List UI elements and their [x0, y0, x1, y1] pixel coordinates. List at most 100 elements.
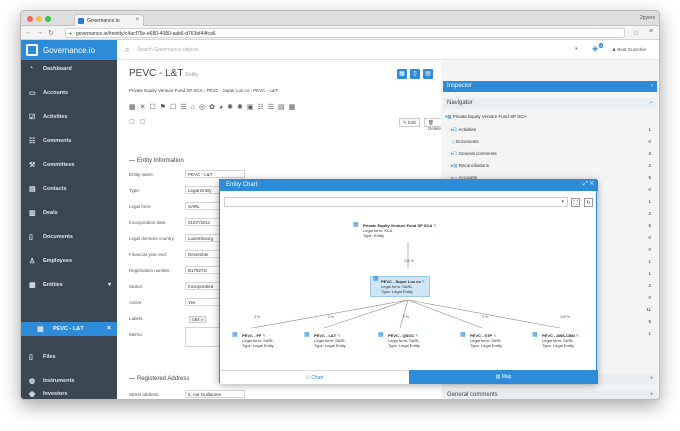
entity-icon: ▾▦: [445, 114, 452, 119]
navigator-header[interactable]: Navigator −: [443, 98, 657, 109]
node-type: Type: Legal Entity: [470, 343, 502, 348]
grid-icon[interactable]: ▦: [289, 104, 300, 111]
item-count: 0: [648, 139, 651, 144]
sidebar-item-dashboard[interactable]: ◔ Dashboard: [21, 62, 117, 76]
back-icon[interactable]: ←: [25, 29, 32, 36]
lock-icon[interactable]: ▣: [247, 104, 258, 111]
browser-menu-icon[interactable]: ≡: [649, 28, 653, 35]
node-type: Type: Legal Entity: [542, 343, 574, 348]
breadcrumb-item[interactable]: PEVC - L&T: [253, 88, 278, 93]
edit-icon[interactable]: ✎: [576, 333, 579, 338]
entity-chart-button[interactable]: ▦: [397, 69, 407, 79]
minimize-window-button[interactable]: [36, 16, 42, 22]
edit-button[interactable]: ✎ Edit: [399, 118, 420, 127]
export-button[interactable]: ▤: [423, 69, 433, 79]
navigator-item[interactable]: ▸☑ Activities 1: [451, 127, 651, 133]
item-count: 5: [648, 319, 651, 324]
maximize-window-button[interactable]: [45, 16, 51, 22]
chart-node-child[interactable]: ▦ PEVC - ABS-CBN✎ Legal form: SARL Type:…: [532, 332, 579, 348]
document-button[interactable]: ▯: [410, 69, 420, 79]
table-icon[interactable]: ☷: [257, 104, 267, 111]
breadcrumb-item[interactable]: Private Equity Venture Fund SP SCA: [129, 88, 202, 93]
sidebar-item-documents[interactable]: ▯ Documents: [21, 230, 117, 244]
chart-node-child[interactable]: ▦ PEVC - STP✎ Legal form: SARL Type: Leg…: [460, 332, 502, 348]
navigator-item[interactable]: ▸▤ Reconciliations 2: [451, 163, 651, 169]
chevron-down-icon[interactable]: ▾: [575, 46, 578, 52]
breadcrumb-item[interactable]: PEVC - Super Lux co: [206, 88, 249, 93]
sidebar-item-deals[interactable]: ▥ Deals: [21, 206, 117, 220]
edit-icon[interactable]: ✎: [433, 223, 436, 228]
stack-icon[interactable]: ▤: [278, 104, 289, 111]
field-label: Status:: [129, 284, 144, 289]
close-icon[interactable]: ×: [107, 325, 111, 332]
node-type: Type: Entity: [363, 233, 384, 238]
browser-profile[interactable]: 2pyers: [640, 15, 655, 21]
entity-name-field[interactable]: PEVC - L&T: [185, 170, 245, 178]
street-address-field[interactable]: 5, rue Guillaume: [185, 390, 245, 398]
copy-icon[interactable]: ▢: [140, 119, 151, 125]
ownership-percent: 0 %: [254, 315, 261, 319]
logo-text: Governance.io: [43, 46, 96, 55]
forward-icon[interactable]: →: [36, 29, 43, 36]
app-logo[interactable]: Governance.io: [21, 40, 117, 60]
structure-icon[interactable]: ▦: [129, 104, 140, 111]
chart-node-child[interactable]: ▦ PEVC - QSOC✎ Legal form: SARL Type: Le…: [378, 332, 420, 348]
tab-chart[interactable]: ⚇ Chart: [220, 370, 409, 384]
chart-node-child[interactable]: ▦ PEVC - FF✎ Legal form: SARL Type: Lega…: [232, 332, 274, 348]
settings-icon[interactable]: ✺: [227, 104, 237, 111]
search-icon: ⌕: [125, 45, 130, 54]
chevron-down-icon[interactable]: ▾: [108, 281, 111, 288]
gift-icon[interactable]: ✿: [209, 104, 219, 111]
sidebar-item-accounts[interactable]: ▭ Accounts: [21, 86, 117, 100]
chart-node-root[interactable]: ▦ Private Equity Venture Fund SP SCA✎ Le…: [353, 222, 437, 238]
browser-tab[interactable]: Governance.io ×: [74, 14, 144, 26]
navigator-item[interactable]: ▯ Documents 0: [451, 139, 651, 145]
notification-icon[interactable]: ◈: [592, 44, 598, 53]
edit-doc-icon[interactable]: ▢: [129, 119, 140, 125]
close-window-button[interactable]: [27, 16, 33, 22]
sidebar-item-files[interactable]: ▯ Files: [21, 350, 117, 364]
sidebar-item-committees[interactable]: ⚒ Committees: [21, 158, 117, 172]
search-input[interactable]: Search Governance objects: [137, 47, 199, 53]
sidebar-item-activities[interactable]: ☑ Activities: [21, 110, 117, 124]
flag-icon[interactable]: ⚑: [160, 104, 170, 111]
navigator-root[interactable]: ▾▦ Private Equity Venture Fund SP SCA: [445, 114, 645, 120]
inspector-header[interactable]: Inspector ›: [443, 81, 657, 92]
tab-title: Governance.io: [87, 18, 120, 24]
sidebar-item-contacts[interactable]: ▤ Contacts: [21, 182, 117, 196]
rows-icon[interactable]: ☰: [268, 104, 278, 111]
label-tag[interactable]: CBT ×: [189, 316, 207, 323]
sidebar-item-instruments[interactable]: ◍ Instruments: [21, 374, 117, 388]
close-tab-icon[interactable]: ×: [135, 17, 139, 23]
sidebar-item-employees[interactable]: ♙ Employees: [21, 254, 117, 268]
dashboard-icon: ◔: [29, 65, 34, 72]
globe-icon[interactable]: ◎: [199, 104, 209, 111]
chart-node-super-lux[interactable]: ▦ PEVC - Super Lux co✎ Legal form: SARL …: [370, 276, 431, 297]
item-count: 0: [648, 235, 651, 240]
list-icon[interactable]: ☰: [180, 104, 190, 111]
sidebar-item-pevc-lt[interactable]: ▦ PEVC - L&T ×: [21, 322, 117, 336]
documents-icon: ▯: [451, 139, 455, 144]
chat-icon[interactable]: ☐: [170, 104, 180, 111]
sidebar-item-label: Entities: [43, 282, 63, 288]
tab-map[interactable]: ▥ Map: [409, 370, 598, 384]
navigator-item[interactable]: ▸☐ General comments 3: [451, 151, 651, 157]
chart-node-child[interactable]: ▦ PEVC - L&T✎ Legal form: SARL Type: Leg…: [304, 332, 346, 348]
tools-icon[interactable]: ✕: [140, 104, 150, 111]
user-menu[interactable]: ♟ Beat Gusmhar: [612, 47, 646, 53]
bookmark-star-icon[interactable]: ☆: [633, 29, 639, 37]
settings-alt-icon[interactable]: ✺: [237, 104, 247, 111]
url-field[interactable]: ● governance.io/#entity/c4acf75e-e680-40…: [65, 28, 625, 38]
notification-badge: 3: [599, 43, 604, 48]
general-comments-header[interactable]: General comments +: [443, 390, 657, 399]
accounts-icon: ▭: [29, 90, 36, 97]
sidebar-item-entities[interactable]: ▦ Entities ▾: [21, 278, 117, 292]
comment-icon[interactable]: ☐: [150, 104, 160, 111]
pie-icon[interactable]: ◕: [219, 104, 227, 111]
sidebar-item-comments[interactable]: ☷ Comments: [21, 134, 117, 148]
sidebar-item-investors[interactable]: ◉ Investors: [21, 387, 117, 399]
edit-icon[interactable]: ✎: [422, 279, 425, 284]
sidebar-item-label: Contacts: [43, 186, 67, 192]
share-icon[interactable]: ⌂: [191, 104, 199, 111]
reload-icon[interactable]: ↻: [48, 29, 54, 37]
